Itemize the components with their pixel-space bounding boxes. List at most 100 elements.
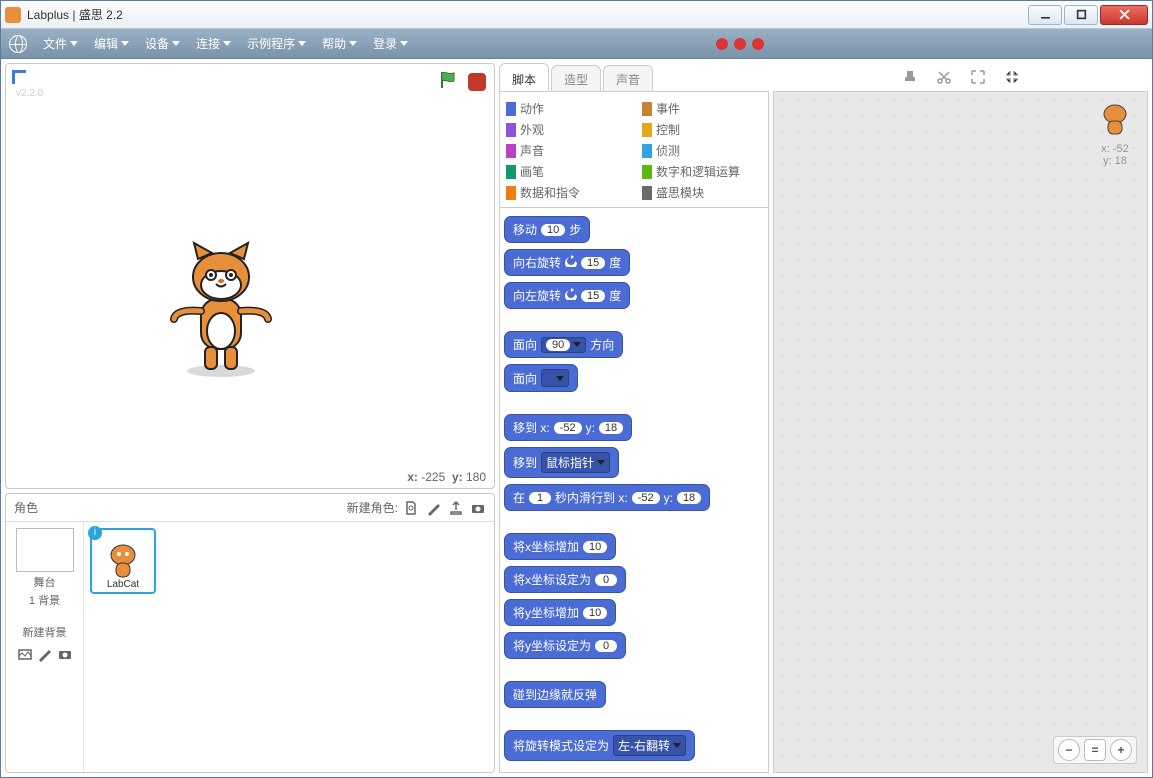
sprite-on-stage[interactable] [166, 239, 276, 382]
turn-right-icon [565, 255, 577, 270]
sprite-label: 角色 [14, 499, 38, 516]
category-label: 数据和指令 [520, 184, 580, 201]
content: v2.2.0 [1, 59, 1152, 777]
stage[interactable]: v2.2.0 [5, 63, 495, 489]
sprite-item[interactable]: i LabCat [90, 528, 156, 594]
upload-icon[interactable] [448, 500, 464, 516]
zoom-in-button[interactable]: + [1110, 739, 1132, 761]
block-turn-left[interactable]: 向左旋转15度 [504, 282, 630, 309]
caret-down-icon [121, 41, 129, 46]
backdrop-camera-icon[interactable] [57, 646, 73, 662]
fullscreen-icon[interactable] [12, 70, 26, 84]
block-bounce[interactable]: 碰到边缘就反弹 [504, 681, 606, 708]
block-point-direction[interactable]: 面向90方向 [504, 331, 623, 358]
menu-device[interactable]: 设备 [139, 32, 186, 55]
right-column: x: -52 y: 18 − = + [773, 63, 1148, 773]
category-item[interactable]: 数字和逻辑运算 [642, 163, 762, 180]
menu-connect[interactable]: 连接 [190, 32, 237, 55]
menu-examples[interactable]: 示例程序 [241, 32, 312, 55]
category-label: 画笔 [520, 163, 544, 180]
category-swatch [506, 144, 516, 158]
block-goto-xy[interactable]: 移到 x:-52y:18 [504, 414, 632, 441]
script-area[interactable]: x: -52 y: 18 − = + [773, 91, 1148, 773]
thumb-y: y: 18 [1095, 155, 1135, 167]
scissors-icon[interactable] [936, 69, 952, 85]
zoom-controls: − = + [1053, 736, 1137, 764]
grow-icon[interactable] [970, 69, 986, 85]
category-item[interactable]: 侦测 [642, 142, 762, 159]
green-flag-button[interactable] [438, 70, 458, 93]
thumb-x: x: -52 [1095, 143, 1135, 155]
stage-selector[interactable]: 舞台 1 背景 新建背景 [6, 522, 84, 772]
stage-thumbnail[interactable] [16, 528, 74, 572]
new-backdrop-label: 新建背景 [23, 624, 67, 640]
app-icon [5, 7, 21, 23]
block-change-y[interactable]: 将y坐标增加10 [504, 599, 616, 626]
shrink-icon[interactable] [1004, 69, 1020, 85]
tab-sound[interactable]: 声音 [603, 65, 653, 91]
category-item[interactable]: 声音 [506, 142, 626, 159]
category-item[interactable]: 事件 [642, 100, 762, 117]
menu-help[interactable]: 帮助 [316, 32, 363, 55]
category-item[interactable]: 数据和指令 [506, 184, 626, 201]
window-title: Labplus | 盛思 2.2 [27, 6, 123, 23]
menu-file[interactable]: 文件 [37, 32, 84, 55]
backdrop-count: 1 背景 [29, 592, 60, 608]
sprite-list: i LabCat [84, 522, 494, 772]
block-set-x[interactable]: 将x坐标设定为0 [504, 566, 626, 593]
blocks-palette[interactable]: 移动10步 向右旋转15度 向左旋转15度 面向90方向 面向 移到 x:-52… [499, 208, 769, 773]
category-swatch [506, 165, 516, 179]
category-label: 声音 [520, 142, 544, 159]
category-label: 动作 [520, 100, 544, 117]
minimize-button[interactable] [1028, 5, 1062, 25]
version-label: v2.2.0 [16, 88, 43, 99]
zoom-out-button[interactable]: − [1058, 739, 1080, 761]
block-rotation-style[interactable]: 将旋转模式设定为左-右翻转 [504, 730, 695, 761]
connection-indicators [716, 38, 1144, 50]
tab-script[interactable]: 脚本 [499, 63, 549, 91]
category-swatch [642, 186, 652, 200]
turn-left-icon [565, 288, 577, 303]
category-item[interactable]: 外观 [506, 121, 626, 138]
block-set-y[interactable]: 将y坐标设定为0 [504, 632, 626, 659]
category-label: 事件 [656, 100, 680, 117]
block-glide[interactable]: 在1秒内滑行到 x:-52y:18 [504, 484, 710, 511]
language-icon[interactable] [9, 35, 27, 53]
block-move[interactable]: 移动10步 [504, 216, 590, 243]
menu-edit[interactable]: 编辑 [88, 32, 135, 55]
category-pane: 动作 事件外观控制声音 侦测画笔 数字和逻辑运算数据和指令 盛思模块 [499, 91, 769, 208]
left-column: v2.2.0 [5, 63, 495, 773]
backdrop-paint-icon[interactable] [37, 646, 53, 662]
sprite-thumbnail[interactable]: x: -52 y: 18 [1095, 100, 1135, 167]
caret-down-icon [70, 41, 78, 46]
menu-login[interactable]: 登录 [367, 32, 414, 55]
close-button[interactable] [1100, 5, 1148, 25]
editor-toolbar [773, 63, 1148, 91]
category-item[interactable]: 盛思模块 [642, 184, 762, 201]
caret-down-icon [223, 41, 231, 46]
stop-button[interactable] [468, 73, 486, 91]
block-change-x[interactable]: 将x坐标增加10 [504, 533, 616, 560]
category-item[interactable]: 画笔 [506, 163, 626, 180]
block-turn-right[interactable]: 向右旋转15度 [504, 249, 630, 276]
category-item[interactable]: 控制 [642, 121, 762, 138]
camera-icon[interactable] [470, 500, 486, 516]
block-goto-object[interactable]: 移到鼠标指针 [504, 447, 619, 478]
maximize-button[interactable] [1064, 5, 1098, 25]
stamp-icon[interactable] [902, 69, 918, 85]
stage-label: 舞台 [34, 574, 56, 590]
caret-down-icon [400, 41, 408, 46]
category-swatch [642, 165, 652, 179]
info-icon[interactable]: i [88, 526, 102, 540]
paint-icon[interactable] [426, 500, 442, 516]
middle-column: 脚本 造型 声音 动作事件外观控制声音侦测画笔数字和逻辑运算数据和指令盛思模块 … [499, 63, 769, 773]
category-label: 数字和逻辑运算 [656, 163, 740, 180]
block-point-towards[interactable]: 面向 [504, 364, 578, 392]
tab-costume[interactable]: 造型 [551, 65, 601, 91]
library-icon[interactable] [404, 500, 420, 516]
backdrop-library-icon[interactable] [17, 646, 33, 662]
category-item[interactable]: 动作 [506, 100, 626, 117]
caret-down-icon [349, 41, 357, 46]
zoom-reset-button[interactable]: = [1084, 739, 1106, 761]
category-swatch [506, 186, 516, 200]
